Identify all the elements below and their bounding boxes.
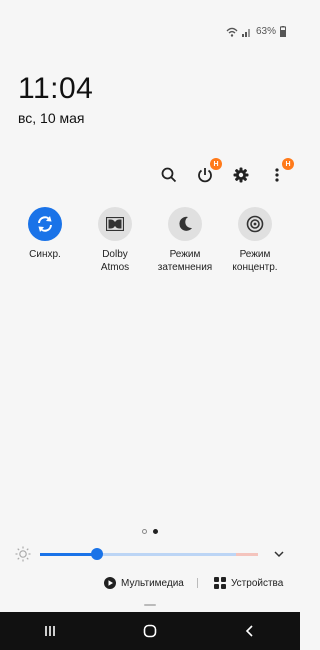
search-icon — [161, 167, 177, 183]
more-options-button[interactable]: Н — [266, 158, 294, 186]
sync-icon — [38, 216, 52, 232]
brightness-slider[interactable] — [40, 547, 258, 560]
brightness-fill — [40, 552, 97, 556]
battery-icon — [280, 26, 286, 37]
brightness-thumb[interactable] — [90, 547, 103, 560]
page-dot-2[interactable] — [153, 529, 158, 534]
tile-focus-mode[interactable]: Режим концентр. — [220, 207, 290, 274]
signal-icon — [241, 28, 250, 37]
search-button[interactable] — [158, 164, 180, 186]
page-dot-1[interactable] — [142, 529, 147, 534]
clock-time[interactable]: 11:04 — [18, 72, 93, 106]
clock-date[interactable]: вс, 10 мая — [18, 110, 85, 126]
power-badge: Н — [210, 158, 222, 170]
navigation-bar — [0, 612, 300, 650]
devices-label: Устройства — [231, 577, 284, 589]
gear-icon — [233, 167, 249, 183]
tile-sync[interactable]: Синхр. — [10, 207, 80, 274]
devices-grid-icon — [214, 577, 226, 589]
tile-dolby-label: Dolby Atmos — [100, 249, 130, 273]
status-bar: 63% — [226, 26, 286, 37]
back-icon[interactable] — [243, 624, 257, 638]
moon-icon — [179, 216, 192, 231]
tile-focus-toggle[interactable] — [238, 207, 272, 241]
brightness-track-end — [236, 552, 258, 556]
devices-button[interactable]: Устройства — [214, 577, 283, 589]
dolby-icon — [106, 217, 124, 231]
media-separator — [197, 578, 198, 588]
play-circle-icon — [104, 577, 116, 589]
panel-toolbar: Н Н — [158, 158, 294, 186]
media-devices-bar: Мультимедиа Устройства — [0, 574, 300, 592]
page-indicator — [0, 529, 300, 534]
tile-sync-toggle[interactable] — [28, 207, 62, 241]
chevron-down-icon[interactable] — [272, 547, 286, 561]
battery-percent: 63% — [255, 26, 276, 37]
panel-drag-handle[interactable] — [144, 604, 156, 606]
home-icon[interactable] — [143, 624, 157, 638]
power-button[interactable]: Н — [194, 158, 222, 186]
recent-apps-icon[interactable] — [43, 624, 57, 638]
power-icon — [198, 168, 212, 183]
tile-night-mode[interactable]: Режим затемнения — [150, 207, 220, 274]
focus-icon — [246, 215, 264, 233]
settings-button[interactable] — [230, 164, 252, 186]
tile-night-label: Режим затемнения — [157, 249, 213, 273]
tile-focus-label: Режим концентр. — [232, 249, 278, 273]
tile-sync-label: Синхр. — [29, 249, 61, 260]
more-badge: Н — [282, 158, 294, 170]
multimedia-label: Мультимедиа — [121, 577, 184, 589]
multimedia-button[interactable]: Мультимедиа — [104, 577, 184, 589]
quick-settings-tiles: Синхр. Dolby Atmos Режим затемнения Режи… — [10, 207, 290, 274]
more-vertical-icon — [275, 168, 279, 182]
tile-dolby-toggle[interactable] — [98, 207, 132, 241]
tile-night-toggle[interactable] — [168, 207, 202, 241]
wifi-icon — [226, 27, 238, 37]
tile-dolby-atmos[interactable]: Dolby Atmos — [80, 207, 150, 274]
brightness-control — [14, 545, 286, 563]
brightness-icon — [15, 546, 31, 562]
